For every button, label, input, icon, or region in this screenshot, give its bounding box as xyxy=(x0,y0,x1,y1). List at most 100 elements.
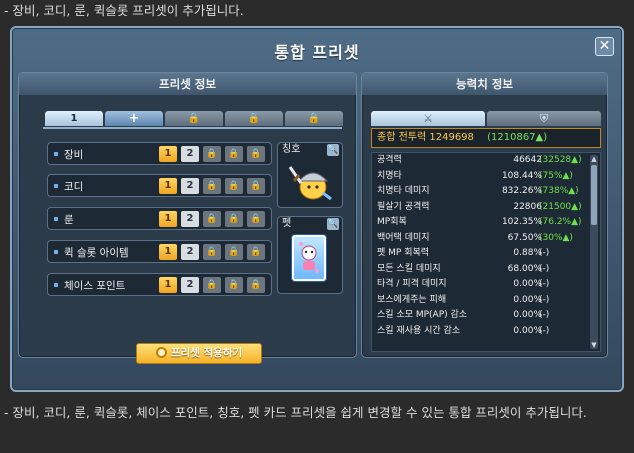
stat-list: 공격력 46642 (32528▲) 치명타 108.44% (75%▲) 치명타 데미… xyxy=(371,152,601,352)
slot-row-equipment: 장비 1 2 🔒 🔒 🔒 xyxy=(47,142,272,165)
stat-diff: (21500▲) xyxy=(539,201,582,212)
lock-icon[interactable]: 🔒 xyxy=(203,178,221,194)
stat-value: 67.50% xyxy=(507,232,542,243)
slot-row-chase-point: 체이스 포인트 1 2 🔒 🔒 🔒 xyxy=(47,273,272,296)
stat-row: 보스에게주는 피해 0.00% (-) xyxy=(372,293,600,309)
combat-power-value: 1249698 xyxy=(429,132,474,143)
stat-diff: (738%▲) xyxy=(539,186,579,196)
stat-value: 22806 xyxy=(513,201,542,212)
stat-row: 공격력 46642 (32528▲) xyxy=(372,153,600,169)
unified-preset-window: 통합 프리셋 ✕ 프리셋 정보 1 + 🔒 🔒 🔒 장비 1 2 🔒 🔒 🔒 코… xyxy=(10,26,624,392)
add-preset-tab[interactable]: + xyxy=(105,111,163,126)
preset-2-button[interactable]: 2 xyxy=(181,244,199,260)
preset-1-button[interactable]: 1 xyxy=(159,244,177,260)
lock-icon[interactable]: 🔒 xyxy=(247,146,265,162)
preset-2-button[interactable]: 2 xyxy=(181,211,199,227)
tab-defense-stats[interactable]: ⛨ xyxy=(487,111,601,126)
preset-1-button[interactable]: 1 xyxy=(159,211,177,227)
search-icon[interactable]: 🔍 xyxy=(327,218,339,230)
stat-diff: (76.2%▲) xyxy=(539,217,582,227)
stat-value: 0.88% xyxy=(513,248,542,258)
scroll-up-icon[interactable]: ▲ xyxy=(590,155,598,163)
preset-info-panel: 프리셋 정보 1 + 🔒 🔒 🔒 장비 1 2 🔒 🔒 🔒 코디 1 2 🔒 🔒… xyxy=(18,72,357,364)
stat-name: 치명타 데미지 xyxy=(377,186,430,196)
stat-value: 68.00% xyxy=(507,263,542,274)
stat-diff: (-) xyxy=(539,294,550,305)
stat-diff: (32528▲) xyxy=(539,155,582,165)
bullet-icon xyxy=(54,250,58,254)
stat-diff: (-) xyxy=(539,248,550,258)
preset-2-button[interactable]: 2 xyxy=(181,146,199,162)
title-box[interactable]: 칭호 🔍 xyxy=(277,142,343,208)
preset-1-button[interactable]: 1 xyxy=(159,146,177,162)
lock-icon[interactable]: 🔒 xyxy=(225,146,243,162)
lock-icon: 🔒 xyxy=(247,113,261,124)
bullet-icon xyxy=(54,152,58,156)
stat-row: 타격 / 피격 데미지 0.00% (-) xyxy=(372,277,600,293)
stat-diff: (30%▲) xyxy=(539,232,573,243)
locked-preset-tab[interactable]: 🔒 xyxy=(165,111,223,126)
preset-2-button[interactable]: 2 xyxy=(181,178,199,194)
stat-value: 46642 xyxy=(513,155,542,165)
preset-tab-1[interactable]: 1 xyxy=(45,111,103,126)
close-button[interactable]: ✕ xyxy=(595,37,614,56)
stat-value: 108.44% xyxy=(501,170,542,181)
title-box-label: 칭호 xyxy=(282,144,301,155)
stat-row: 치명타 108.44% (75%▲) xyxy=(372,169,600,185)
lock-icon[interactable]: 🔒 xyxy=(247,244,265,260)
slot-row-costume: 코디 1 2 🔒 🔒 🔒 xyxy=(47,174,272,197)
shield-icon: ⛨ xyxy=(539,112,549,125)
stat-diff: (-) xyxy=(539,279,550,289)
close-icon: ✕ xyxy=(598,38,611,54)
apply-preset-button[interactable]: 프리셋 적용하기 xyxy=(136,343,262,364)
stat-diff: (-) xyxy=(539,325,550,336)
window-title: 통합 프리셋 xyxy=(274,43,360,62)
stat-name: 백어택 데미지 xyxy=(377,232,430,243)
stat-row: 펫 MP 회복력 0.88% (-) xyxy=(372,246,600,262)
bullet-icon xyxy=(54,283,58,287)
stat-diff: (75%▲) xyxy=(539,170,573,181)
gear-icon xyxy=(155,347,167,358)
lock-icon[interactable]: 🔒 xyxy=(203,146,221,162)
stat-name: 보스에게주는 피해 xyxy=(377,294,447,305)
pet-box[interactable]: 펫 🔍 xyxy=(277,216,343,294)
lock-icon: 🔒 xyxy=(187,113,201,124)
locked-preset-tab[interactable]: 🔒 xyxy=(225,111,283,126)
preset-1-button[interactable]: 1 xyxy=(159,277,177,293)
pet-box-label: 펫 xyxy=(282,218,292,229)
stat-value: 832.26% xyxy=(501,186,542,196)
combat-power-label: 종합 전투력 xyxy=(377,132,427,143)
lock-icon[interactable]: 🔒 xyxy=(247,211,265,227)
lock-icon[interactable]: 🔒 xyxy=(225,211,243,227)
stat-name: MP회복 xyxy=(377,217,407,227)
slot-label: 장비 xyxy=(64,149,84,161)
preset-1-button[interactable]: 1 xyxy=(159,178,177,194)
lock-icon[interactable]: 🔒 xyxy=(247,277,265,293)
slot-label: 체이스 포인트 xyxy=(64,280,126,292)
lock-icon[interactable]: 🔒 xyxy=(203,211,221,227)
search-icon[interactable]: 🔍 xyxy=(327,144,339,156)
stat-value: 0.00% xyxy=(513,279,542,289)
scroll-thumb[interactable] xyxy=(591,165,597,225)
stat-list-scrollbar[interactable]: ▲ ▼ xyxy=(590,155,598,349)
stats-info-header: 능력치 정보 xyxy=(362,73,607,95)
stat-row: 모든 스킬 데미지 68.00% (-) xyxy=(372,262,600,278)
stats-tabs: ⚔ ⛨ xyxy=(371,111,601,126)
apply-preset-label: 프리셋 적용하기 xyxy=(170,347,243,359)
tab-attack-stats[interactable]: ⚔ xyxy=(371,111,485,126)
bullet-icon xyxy=(54,184,58,188)
lock-icon: 🔒 xyxy=(307,113,321,124)
title-character-image xyxy=(288,166,332,201)
stat-row: MP회복 102.35% (76.2%▲) xyxy=(372,215,600,231)
lock-icon[interactable]: 🔒 xyxy=(225,178,243,194)
scroll-down-icon[interactable]: ▼ xyxy=(590,341,598,349)
preset-2-button[interactable]: 2 xyxy=(181,277,199,293)
locked-preset-tab[interactable]: 🔒 xyxy=(285,111,343,126)
stat-value: 0.00% xyxy=(513,325,542,336)
lock-icon[interactable]: 🔒 xyxy=(225,277,243,293)
lock-icon[interactable]: 🔒 xyxy=(225,244,243,260)
stats-info-panel: 능력치 정보 ⚔ ⛨ 종합 전투력 1249698 (1210867▲) 공격력… xyxy=(361,72,608,358)
lock-icon[interactable]: 🔒 xyxy=(203,277,221,293)
lock-icon[interactable]: 🔒 xyxy=(247,178,265,194)
lock-icon[interactable]: 🔒 xyxy=(203,244,221,260)
